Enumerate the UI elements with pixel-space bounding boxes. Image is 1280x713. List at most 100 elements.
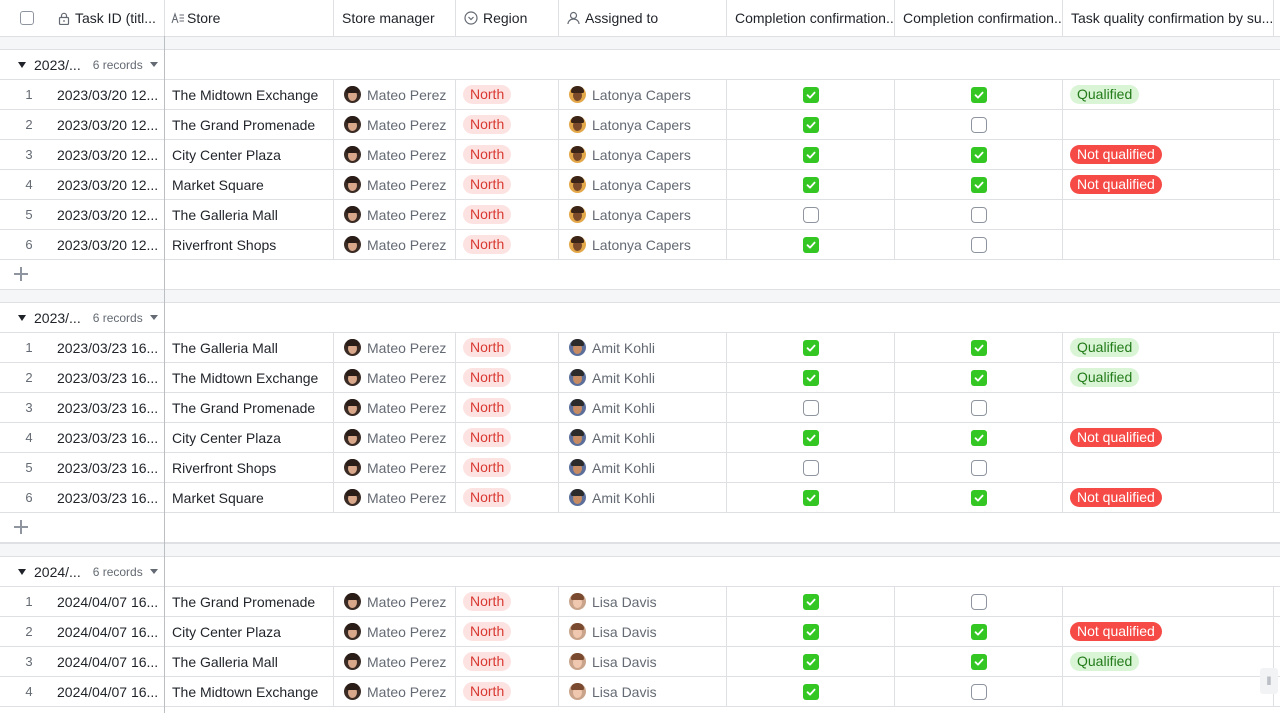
task-quality-cell[interactable]: Qualified (1063, 647, 1274, 676)
completion-confirmation-2-cell[interactable] (895, 110, 1063, 139)
completion-confirmation-2-cell[interactable] (895, 230, 1063, 259)
store-cell[interactable]: City Center Plaza (165, 140, 334, 169)
task-id-cell[interactable]: 2023/03/23 16... (50, 453, 164, 482)
checked-checkbox[interactable] (970, 146, 987, 163)
task-quality-cell[interactable] (1063, 453, 1274, 482)
completion-confirmation-1-cell[interactable] (727, 587, 895, 616)
region-cell[interactable]: North (456, 647, 559, 676)
task-id-cell[interactable]: 2023/03/23 16... (50, 393, 164, 422)
region-cell[interactable]: North (456, 453, 559, 482)
unchecked-checkbox[interactable] (970, 459, 987, 476)
store-manager-cell[interactable]: Mateo Perez (334, 423, 456, 452)
completion-confirmation-2-cell[interactable] (895, 647, 1063, 676)
region-cell[interactable]: North (456, 483, 559, 512)
completion-confirmation-1-cell[interactable] (727, 617, 895, 646)
assigned-to-cell[interactable]: Lisa Davis (559, 647, 727, 676)
assigned-to-cell[interactable]: Latonya Capers (559, 200, 727, 229)
table-row[interactable]: 3 2023/03/20 12... City Center Plaza Mateo … (0, 140, 1280, 170)
task-quality-cell[interactable] (1063, 200, 1274, 229)
store-cell[interactable]: The Grand Promenade (165, 110, 334, 139)
chevron-down-icon[interactable] (149, 315, 158, 320)
checked-checkbox[interactable] (802, 623, 819, 640)
assigned-to-cell[interactable]: Latonya Capers (559, 170, 727, 199)
checked-checkbox[interactable] (970, 339, 987, 356)
task-quality-cell[interactable] (1063, 393, 1274, 422)
store-cell[interactable]: The Grand Promenade (165, 393, 334, 422)
plus-icon[interactable] (14, 520, 28, 534)
task-quality-cell[interactable] (1063, 110, 1274, 139)
assigned-to-cell[interactable]: Latonya Capers (559, 140, 727, 169)
store-manager-cell[interactable]: Mateo Perez (334, 110, 456, 139)
completion-confirmation-1-cell[interactable] (727, 200, 895, 229)
store-cell[interactable]: Market Square (165, 170, 334, 199)
unchecked-checkbox[interactable] (970, 116, 987, 133)
checked-checkbox[interactable] (802, 116, 819, 133)
assigned-to-cell[interactable]: Amit Kohli (559, 423, 727, 452)
completion-confirmation-1-cell[interactable] (727, 423, 895, 452)
caret-down-icon[interactable] (18, 568, 26, 575)
table-row[interactable]: 3 2023/03/23 16... The Grand Promenade Mate… (0, 393, 1280, 423)
checked-checkbox[interactable] (802, 489, 819, 506)
store-cell[interactable]: The Midtown Exchange (165, 677, 334, 706)
table-row[interactable]: 2 2024/04/07 16... City Center Plaza Mateo … (0, 617, 1280, 647)
store-manager-cell[interactable]: Mateo Perez (334, 453, 456, 482)
unchecked-checkbox[interactable] (802, 399, 819, 416)
table-row[interactable]: 1 2023/03/23 16... The Galleria Mall Mateo … (0, 333, 1280, 363)
completion-confirmation-1-cell[interactable] (727, 80, 895, 109)
checked-checkbox[interactable] (970, 369, 987, 386)
checked-checkbox[interactable] (802, 653, 819, 670)
scrollbar-handle[interactable]: ‖ (1260, 668, 1278, 694)
store-cell[interactable]: Market Square (165, 483, 334, 512)
completion-confirmation-2-cell[interactable] (895, 677, 1063, 706)
completion-confirmation-2-cell[interactable] (895, 393, 1063, 422)
task-id-cell[interactable]: 2023/03/20 12... (50, 200, 164, 229)
assigned-to-cell[interactable]: Amit Kohli (559, 453, 727, 482)
task-id-cell[interactable]: 2024/04/07 16... (50, 677, 164, 706)
task-id-cell[interactable]: 2024/04/07 16... (50, 617, 164, 646)
completion-confirmation-1-cell[interactable] (727, 170, 895, 199)
unchecked-checkbox[interactable] (970, 399, 987, 416)
assigned-to-cell[interactable]: Amit Kohli (559, 393, 727, 422)
checked-checkbox[interactable] (802, 236, 819, 253)
task-id-cell[interactable]: 2023/03/20 12... (50, 170, 164, 199)
checked-checkbox[interactable] (802, 593, 819, 610)
checked-checkbox[interactable] (970, 653, 987, 670)
task-id-cell[interactable]: 2024/04/07 16... (50, 587, 164, 616)
store-cell[interactable]: The Midtown Exchange (165, 80, 334, 109)
add-record-row[interactable] (0, 260, 1280, 290)
chevron-down-icon[interactable] (149, 569, 158, 574)
column-header-store[interactable]: Store (165, 0, 334, 36)
region-cell[interactable]: North (456, 333, 559, 362)
assigned-to-cell[interactable]: Amit Kohli (559, 363, 727, 392)
store-manager-cell[interactable]: Mateo Perez (334, 230, 456, 259)
completion-confirmation-1-cell[interactable] (727, 647, 895, 676)
region-cell[interactable]: North (456, 617, 559, 646)
store-manager-cell[interactable]: Mateo Perez (334, 363, 456, 392)
checked-checkbox[interactable] (970, 176, 987, 193)
task-quality-cell[interactable]: Qualified (1063, 333, 1274, 362)
completion-confirmation-1-cell[interactable] (727, 363, 895, 392)
region-cell[interactable]: North (456, 80, 559, 109)
table-row[interactable]: 2 2023/03/23 16... The Midtown Exchange Mat… (0, 363, 1280, 393)
column-header-completion-confirmation-2[interactable]: Completion confirmation... (895, 0, 1063, 36)
region-cell[interactable]: North (456, 140, 559, 169)
checked-checkbox[interactable] (802, 369, 819, 386)
store-manager-cell[interactable]: Mateo Perez (334, 170, 456, 199)
group-header-label-area[interactable]: 2023/... 6 records (18, 50, 158, 79)
store-cell[interactable]: The Galleria Mall (165, 333, 334, 362)
group-header-label-area[interactable]: 2023/... 6 records (18, 303, 158, 332)
assigned-to-cell[interactable]: Latonya Capers (559, 110, 727, 139)
completion-confirmation-1-cell[interactable] (727, 230, 895, 259)
column-header-store-manager[interactable]: Store manager (334, 0, 456, 36)
table-row[interactable]: 6 2023/03/23 16... Market Square Mateo Pere… (0, 483, 1280, 513)
store-cell[interactable]: City Center Plaza (165, 423, 334, 452)
region-cell[interactable]: North (456, 170, 559, 199)
assigned-to-cell[interactable]: Latonya Capers (559, 230, 727, 259)
region-cell[interactable]: North (456, 110, 559, 139)
task-quality-cell[interactable]: Not qualified (1063, 617, 1274, 646)
completion-confirmation-2-cell[interactable] (895, 423, 1063, 452)
store-cell[interactable]: The Grand Promenade (165, 587, 334, 616)
completion-confirmation-1-cell[interactable] (727, 677, 895, 706)
completion-confirmation-1-cell[interactable] (727, 453, 895, 482)
completion-confirmation-2-cell[interactable] (895, 363, 1063, 392)
